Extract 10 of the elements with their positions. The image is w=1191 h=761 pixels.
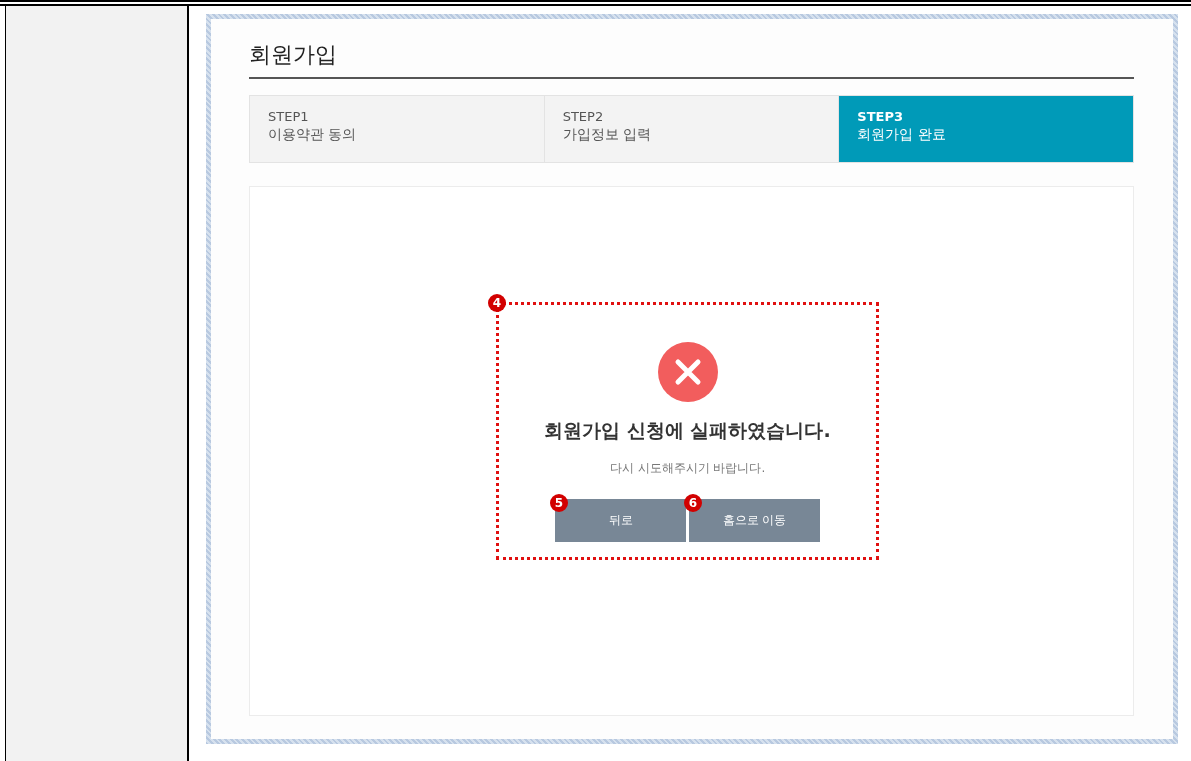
page-title: 회원가입: [249, 37, 1134, 79]
annotation-marker: 4: [488, 294, 506, 312]
step-tab[interactable]: STEP1 이용약관 동의: [250, 96, 545, 162]
annotation-marker: 6: [684, 494, 702, 512]
step-tab[interactable]: STEP3 회원가입 완료: [839, 96, 1133, 162]
error-icon: [657, 342, 718, 402]
annotation-marker: 5: [550, 494, 568, 512]
step-tab[interactable]: STEP2 가입정보 입력: [544, 96, 840, 162]
result-message: 회원가입 신청에 실패하였습니다.: [544, 418, 831, 443]
hint-text: 다시 시도해주시기 바랍니다.: [609, 460, 766, 477]
